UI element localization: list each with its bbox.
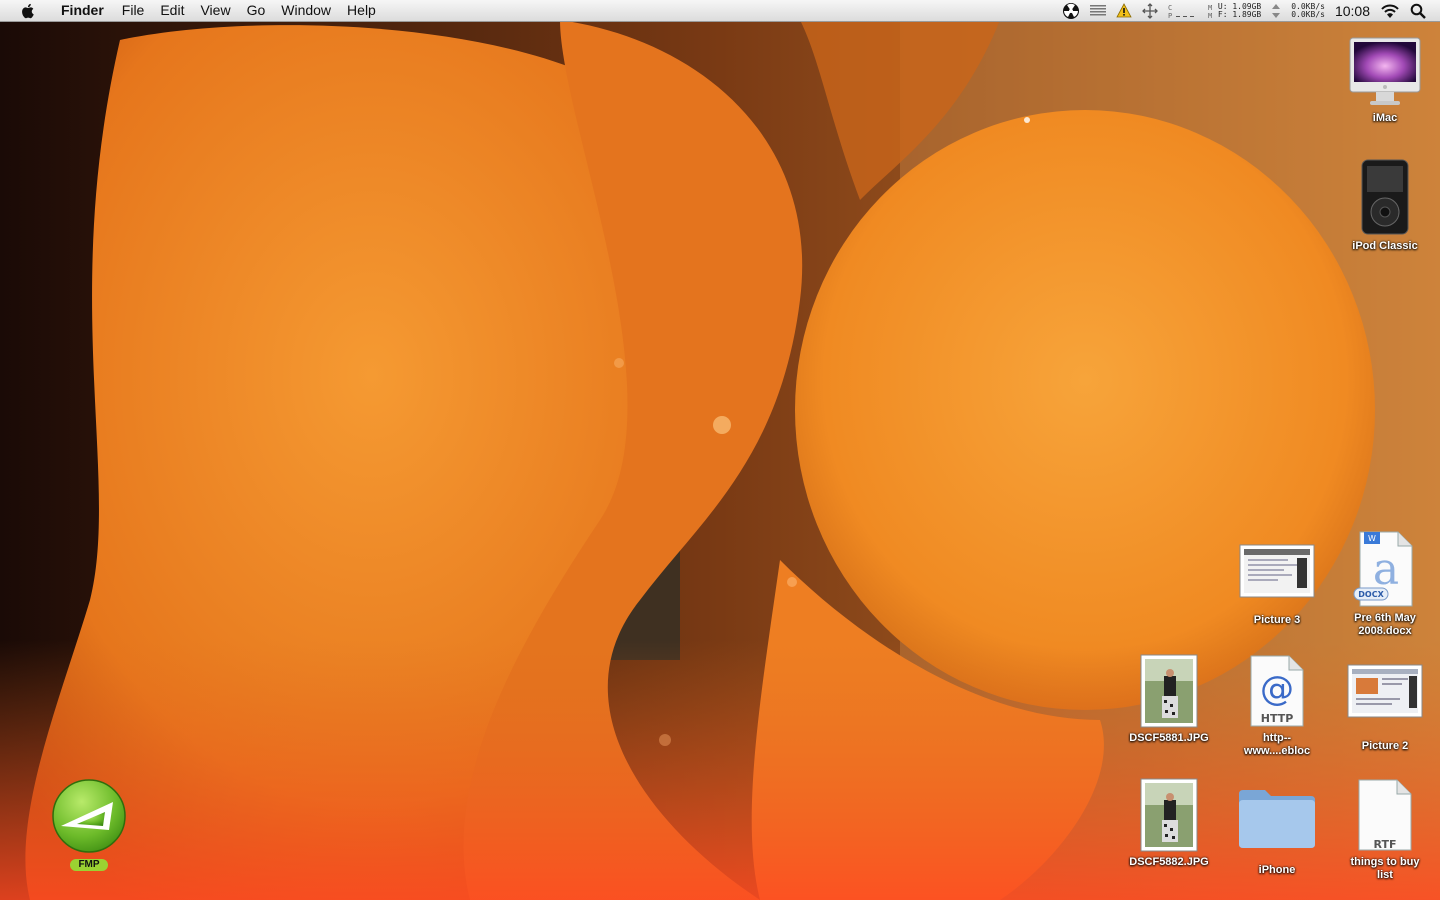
spotlight-icon[interactable] (1410, 3, 1426, 19)
desktop-icon-webloc[interactable]: @ HTTP http--www....ebloc (1227, 654, 1327, 758)
svg-text:P: P (1168, 12, 1172, 19)
webloc-icon: @ HTTP (1250, 655, 1304, 727)
desktop-icon-imac[interactable]: iMac (1335, 36, 1435, 125)
desktop-icon-label: DSCF5882.JPG (1129, 856, 1209, 868)
network-meter[interactable]: 0.0KB/s 0.0KB/s (1271, 2, 1325, 19)
desktop-icon-fmp[interactable]: FMP (39, 778, 139, 872)
photo-icon (1140, 654, 1198, 728)
radiation-icon[interactable] (1062, 2, 1080, 20)
warning-icon[interactable] (1116, 3, 1132, 18)
desktop-icon-label: Picture 2 (1361, 740, 1409, 752)
network-arrows-icon (1272, 3, 1281, 18)
desktop-wallpaper (0, 0, 1440, 900)
desktop-icon-label: DSCF5881.JPG (1129, 732, 1209, 744)
fmp-icon (52, 779, 126, 853)
desktop-icon-label: things to buy list (1350, 856, 1420, 881)
screenshot-icon (1239, 544, 1315, 598)
desktop-icon-things-to-buy-list[interactable]: RTF things to buy list (1335, 778, 1435, 882)
desktop-icon-picture-3[interactable]: Picture 3 (1227, 540, 1327, 627)
docx-icon: a W DOCX (1353, 531, 1413, 607)
svg-text:W: W (1368, 534, 1376, 543)
memory-meter[interactable]: M M U: 1.09GB F: 1.89GB (1208, 2, 1262, 19)
menu-bar: Finder File Edit View Go Window Help C P… (0, 0, 1440, 22)
menu-clock[interactable]: 10:08 (1335, 3, 1370, 19)
apple-icon[interactable] (19, 2, 37, 20)
cpu-meter-icon[interactable]: C P (1168, 3, 1198, 19)
svg-text:C: C (1168, 4, 1172, 12)
desktop-icon-label: iPhone (1258, 864, 1296, 876)
network-down: 0.0KB/s (1291, 9, 1325, 19)
svg-text:M: M (1208, 12, 1212, 19)
menu-app-finder[interactable]: Finder (53, 0, 112, 21)
desktop-icon-label: iPod Classic (1352, 240, 1418, 252)
menu-extras: C P M M U: 1.09GB F: 1.89GB 0.0KB/s 0.0K… (1062, 0, 1440, 21)
desktop-icon-ipod-classic[interactable]: iPod Classic (1335, 158, 1435, 253)
memory-free: F: 1.89GB (1217, 9, 1262, 19)
screenshot-icon (1347, 664, 1423, 718)
menu-file[interactable]: File (114, 0, 153, 21)
desktop-icon-label: Picture 3 (1253, 614, 1301, 626)
fmp-label: FMP (70, 859, 108, 871)
menu-edit[interactable]: Edit (152, 0, 192, 21)
memory-meter-icon: M M (1208, 4, 1212, 19)
svg-text:M: M (1208, 4, 1212, 12)
svg-text:@: @ (1260, 669, 1294, 709)
ipod-icon (1361, 159, 1409, 235)
wifi-icon[interactable] (1380, 3, 1400, 19)
menu-view[interactable]: View (192, 0, 238, 21)
desktop-icon-label: Pre 6th May 2008.docx (1354, 612, 1416, 637)
desktop-icon-dscf5881[interactable]: DSCF5881.JPG (1119, 654, 1219, 745)
webloc-badge: HTTP (1261, 712, 1294, 725)
desktop-icon-pre-6th-may-2008-docx[interactable]: a W DOCX Pre 6th May 2008.docx (1335, 530, 1435, 638)
svg-text:a: a (1373, 544, 1399, 595)
photo-icon (1140, 778, 1198, 852)
desktop-icon-label: http--www....ebloc (1243, 732, 1311, 757)
folder-icon (1239, 790, 1315, 848)
desktop-icon-picture-2[interactable]: Picture 2 (1335, 664, 1435, 753)
desktop-icon-label: iMac (1372, 112, 1398, 124)
menu-go[interactable]: Go (239, 0, 274, 21)
menu-help[interactable]: Help (339, 0, 384, 21)
docx-badge: DOCX (1358, 590, 1384, 599)
move-icon[interactable] (1141, 2, 1158, 19)
rtf-badge: RTF (1374, 838, 1397, 851)
menu-window[interactable]: Window (273, 0, 339, 21)
rtf-icon: RTF (1358, 779, 1412, 851)
list-icon[interactable] (1089, 4, 1106, 18)
desktop-icon-iphone-folder[interactable]: iPhone (1227, 786, 1327, 877)
desktop-icon-dscf5882[interactable]: DSCF5882.JPG (1119, 778, 1219, 869)
imac-icon (1349, 37, 1421, 105)
